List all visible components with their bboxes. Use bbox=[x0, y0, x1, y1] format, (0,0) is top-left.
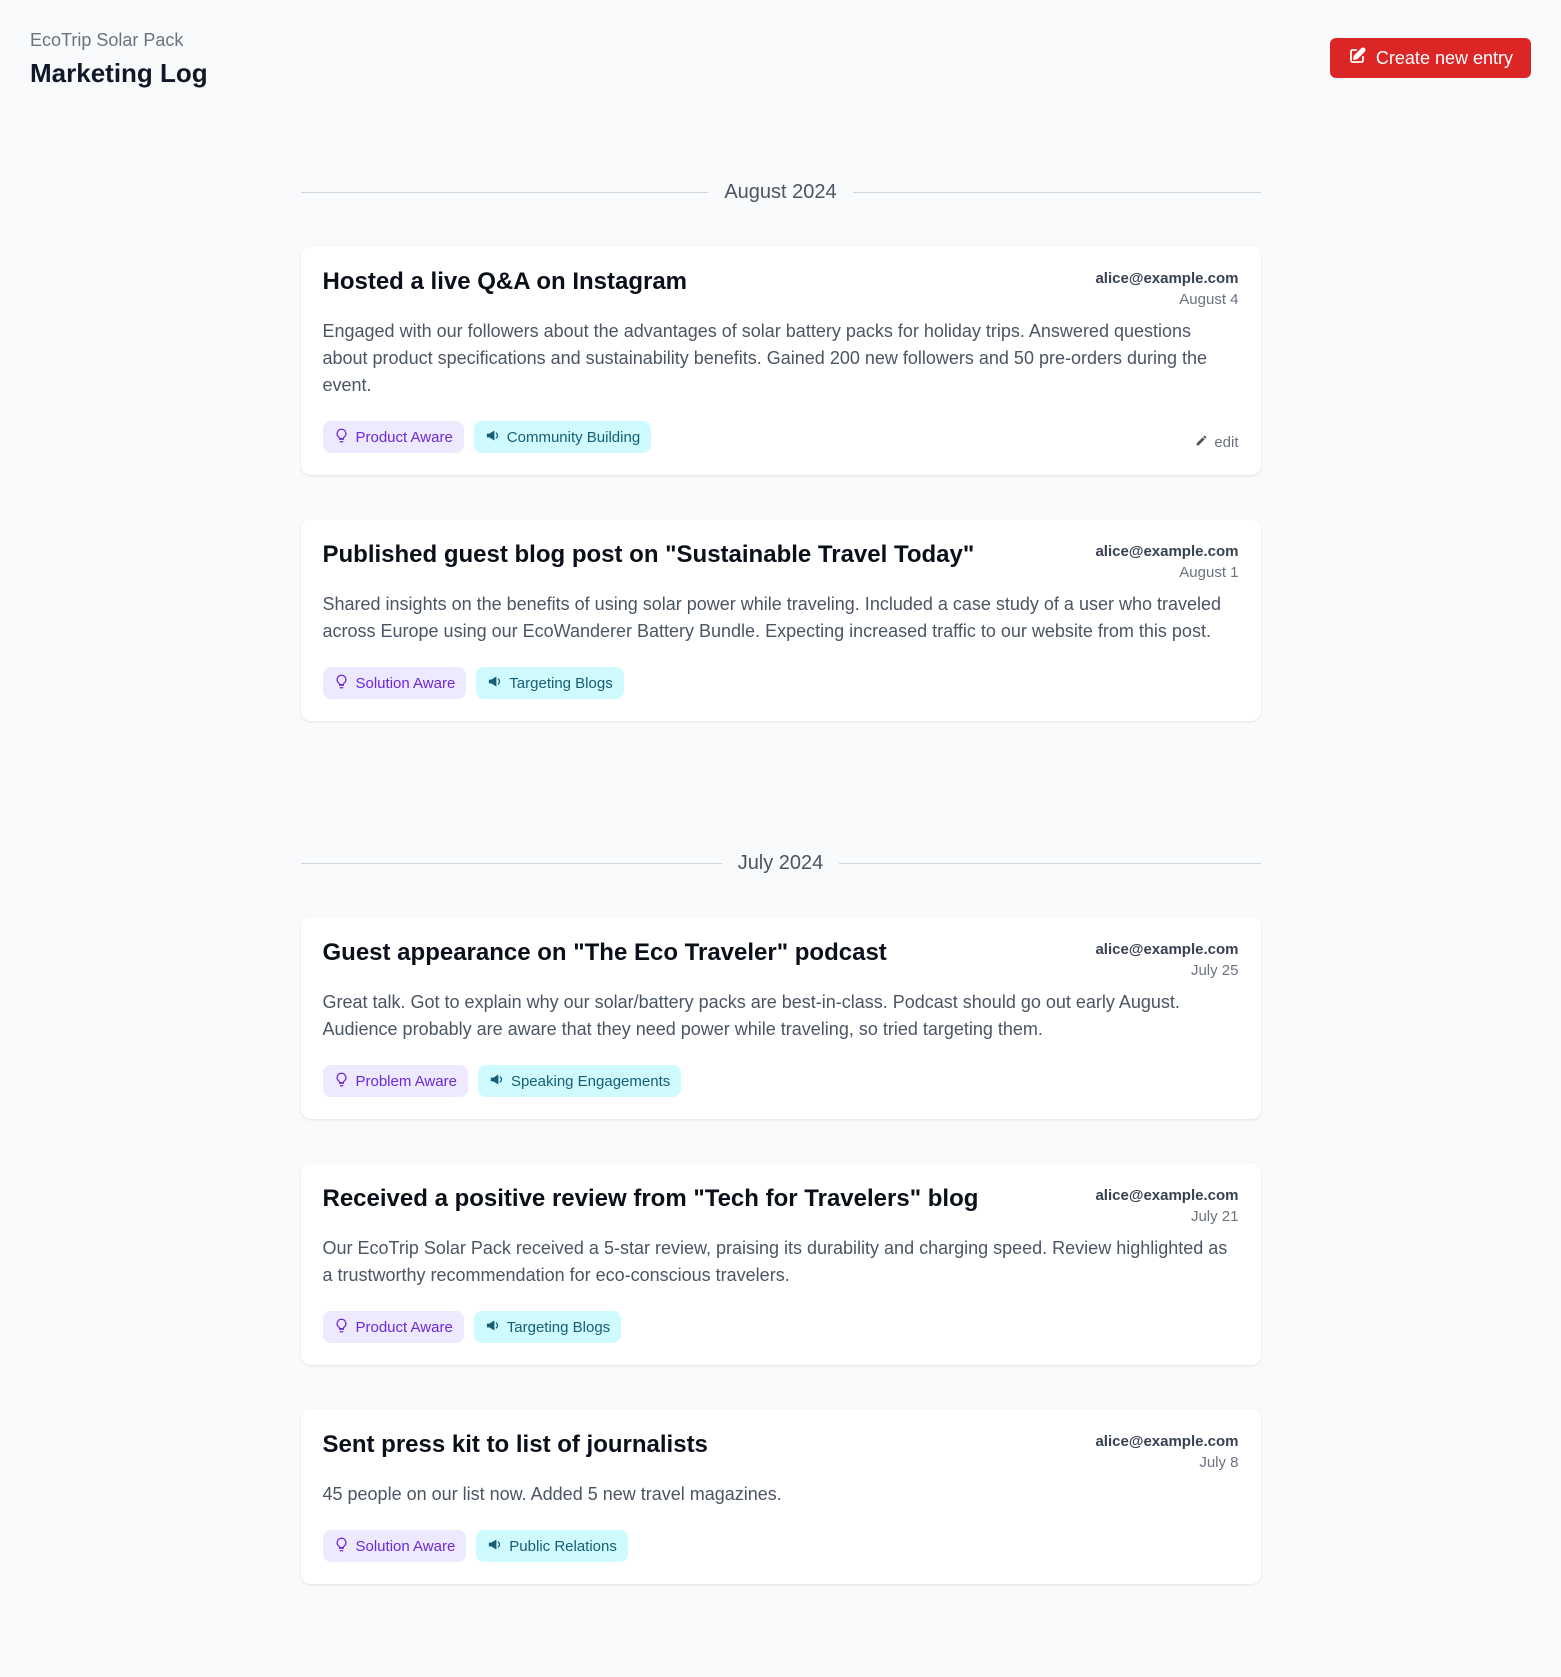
channel-tag: Targeting Blogs bbox=[476, 667, 624, 699]
month-section: August 2024 Hosted a live Q&A on Instagr… bbox=[300, 180, 1261, 721]
channel-tag: Public Relations bbox=[476, 1530, 628, 1562]
create-new-entry-button[interactable]: Create new entry bbox=[1329, 38, 1531, 78]
awareness-tag: Solution Aware bbox=[322, 667, 467, 699]
log-entry-card: Published guest blog post on "Sustainabl… bbox=[300, 519, 1261, 721]
log-entry-card: Received a positive review from "Tech fo… bbox=[300, 1163, 1261, 1365]
awareness-tag-label: Product Aware bbox=[355, 1318, 453, 1336]
lightbulb-icon bbox=[334, 674, 349, 693]
entry-body: Shared insights on the benefits of using… bbox=[322, 594, 1222, 641]
awareness-tag: Product Aware bbox=[322, 421, 464, 453]
entry-date: July 21 bbox=[1190, 1208, 1239, 1225]
awareness-tag: Product Aware bbox=[322, 1311, 464, 1343]
megaphone-icon bbox=[485, 428, 500, 447]
awareness-tag: Problem Aware bbox=[322, 1065, 468, 1097]
entry-body: 45 people on our list now. Added 5 new t… bbox=[322, 1484, 782, 1504]
lightbulb-icon bbox=[334, 1318, 349, 1337]
entry-body: Great talk. Got to explain why our solar… bbox=[322, 992, 1180, 1039]
megaphone-icon bbox=[489, 1072, 504, 1091]
entry-title: Received a positive review from "Tech fo… bbox=[322, 1185, 979, 1212]
divider-line bbox=[852, 191, 1261, 193]
log-entry-card: Sent press kit to list of journalists al… bbox=[300, 1409, 1261, 1584]
awareness-tag-label: Solution Aware bbox=[355, 674, 456, 692]
lightbulb-icon bbox=[334, 1537, 349, 1556]
entry-body: Engaged with our followers about the adv… bbox=[322, 321, 1208, 395]
page-header: EcoTrip Solar Pack Marketing Log Create … bbox=[0, 0, 1561, 120]
channel-tag-label: Targeting Blogs bbox=[506, 1318, 611, 1336]
month-label: July 2024 bbox=[737, 851, 824, 874]
entry-date: July 25 bbox=[1190, 962, 1239, 979]
channel-tag-label: Targeting Blogs bbox=[509, 674, 613, 692]
entry-title: Sent press kit to list of journalists bbox=[322, 1431, 708, 1458]
divider-line bbox=[300, 191, 709, 193]
entry-date: August 1 bbox=[1179, 564, 1239, 581]
entry-author: alice@example.com bbox=[1095, 1433, 1239, 1450]
entry-body: Our EcoTrip Solar Pack received a 5-star… bbox=[322, 1238, 1228, 1285]
entry-title: Hosted a live Q&A on Instagram bbox=[322, 268, 688, 295]
channel-tag: Targeting Blogs bbox=[473, 1311, 622, 1343]
megaphone-icon bbox=[487, 1537, 502, 1556]
channel-tag: Speaking Engagements bbox=[477, 1065, 682, 1097]
channel-tag-label: Community Building bbox=[506, 428, 641, 446]
pencil-icon bbox=[1195, 434, 1208, 451]
megaphone-icon bbox=[485, 1318, 500, 1337]
channel-tag: Community Building bbox=[473, 421, 652, 453]
edit-entry-link[interactable]: edit bbox=[1195, 433, 1239, 451]
entry-author: alice@example.com bbox=[1095, 1187, 1239, 1204]
edit-square-icon bbox=[1348, 47, 1366, 70]
channel-tag-label: Public Relations bbox=[509, 1537, 617, 1555]
month-label: August 2024 bbox=[724, 180, 837, 203]
page-title: Marketing Log bbox=[30, 58, 208, 88]
divider-line bbox=[839, 862, 1261, 864]
divider-line bbox=[300, 862, 722, 864]
create-new-entry-label: Create new entry bbox=[1375, 47, 1513, 68]
entry-author: alice@example.com bbox=[1095, 543, 1239, 560]
entry-date: July 8 bbox=[1199, 1454, 1239, 1471]
entry-author: alice@example.com bbox=[1095, 941, 1239, 958]
timeline: August 2024 Hosted a live Q&A on Instagr… bbox=[300, 180, 1261, 1584]
edit-label: edit bbox=[1214, 433, 1239, 451]
entry-date: August 4 bbox=[1179, 291, 1239, 308]
month-divider: July 2024 bbox=[300, 851, 1261, 875]
awareness-tag-label: Problem Aware bbox=[355, 1072, 457, 1090]
awareness-tag: Solution Aware bbox=[322, 1530, 467, 1562]
log-entry-card: Hosted a live Q&A on Instagram alice@exa… bbox=[300, 246, 1261, 475]
log-entry-card: Guest appearance on "The Eco Traveler" p… bbox=[300, 917, 1261, 1119]
lightbulb-icon bbox=[334, 428, 349, 447]
month-section: July 2024 Guest appearance on "The Eco T… bbox=[300, 851, 1261, 1584]
channel-tag-label: Speaking Engagements bbox=[510, 1072, 671, 1090]
entry-author: alice@example.com bbox=[1095, 270, 1239, 287]
product-name: EcoTrip Solar Pack bbox=[30, 30, 184, 50]
lightbulb-icon bbox=[334, 1072, 349, 1091]
month-divider: August 2024 bbox=[300, 180, 1261, 204]
entry-title: Guest appearance on "The Eco Traveler" p… bbox=[322, 939, 887, 966]
awareness-tag-label: Solution Aware bbox=[355, 1537, 456, 1555]
megaphone-icon bbox=[487, 674, 502, 693]
awareness-tag-label: Product Aware bbox=[355, 428, 453, 446]
entry-title: Published guest blog post on "Sustainabl… bbox=[322, 541, 975, 568]
